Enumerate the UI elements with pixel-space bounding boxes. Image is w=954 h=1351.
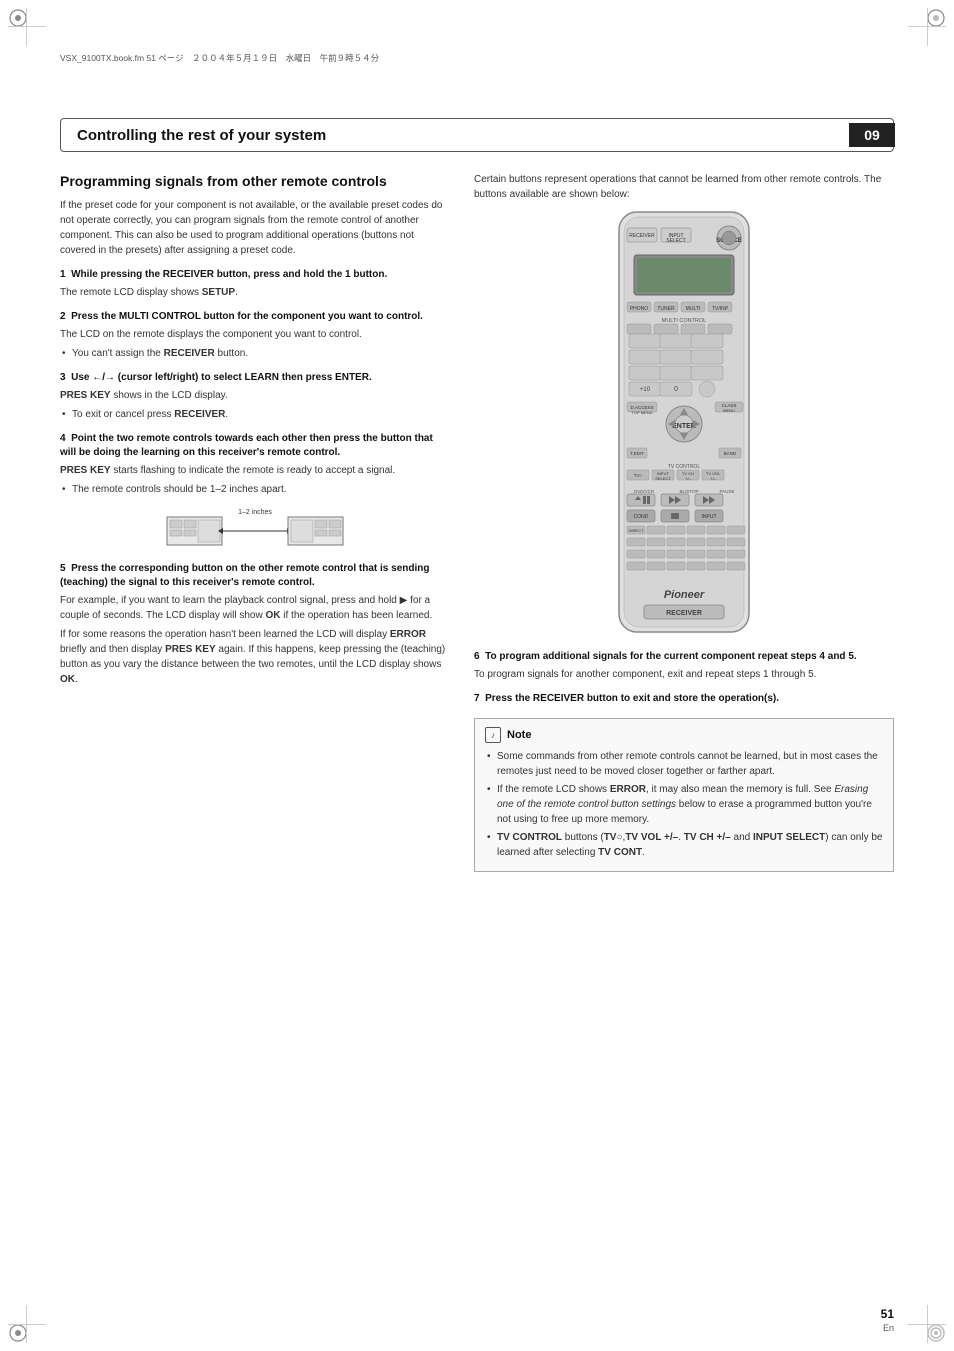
main-content: Programming signals from other remote co…	[60, 172, 894, 1291]
svg-text:BAND: BAND	[724, 451, 737, 456]
chapter-badge: 09	[849, 123, 895, 147]
remote-illustration: 1–2 inches	[60, 507, 450, 552]
svg-text:INPUT: INPUT	[702, 514, 717, 520]
step-3-bullet-1: To exit or cancel press RECEIVER.	[60, 407, 450, 422]
svg-text:BL/STOP: BL/STOP	[680, 489, 699, 494]
svg-text:COND: COND	[634, 514, 649, 520]
left-column: Programming signals from other remote co…	[60, 172, 450, 1291]
svg-text:TV/INP: TV/INP	[712, 306, 729, 312]
step-5-body-1: For example, if you want to learn the pl…	[60, 593, 450, 623]
svg-text:MULTI CONTROL: MULTI CONTROL	[662, 318, 707, 324]
section-title: Programming signals from other remote co…	[60, 172, 450, 190]
right-col-intro: Certain buttons represent operations tha…	[474, 172, 894, 202]
step-2-heading: 2 Press the MULTI CONTROL button for the…	[60, 310, 450, 324]
step-1-heading: 1 While pressing the RECEIVER button, pr…	[60, 268, 450, 282]
svg-text:MULTI: MULTI	[686, 306, 701, 312]
page-number: 51	[881, 1307, 894, 1321]
corner-decoration-br	[908, 1305, 946, 1343]
step-1-body: The remote LCD display shows SETUP.	[60, 285, 450, 300]
svg-text:DVD/VCR: DVD/VCR	[634, 489, 655, 494]
step-4-bullet-1: The remote controls should be 1–2 inches…	[60, 482, 450, 497]
svg-text:T.EDIT: T.EDIT	[630, 451, 644, 456]
note-box: ♪ Note Some commands from other remote c…	[474, 718, 894, 872]
step-5-heading: 5 Press the corresponding button on the …	[60, 562, 450, 590]
svg-text:+/–: +/–	[710, 476, 716, 481]
header-bar: Controlling the rest of your system 09	[60, 118, 894, 152]
svg-text:TV CONTROL: TV CONTROL	[668, 464, 700, 470]
svg-text:SELECT: SELECT	[666, 238, 685, 244]
svg-text:RECEIVER: RECEIVER	[629, 233, 655, 239]
step-6-body: To program signals for another component…	[474, 667, 894, 682]
svg-text:0: 0	[674, 386, 678, 393]
page-title: Controlling the rest of your system	[77, 127, 326, 144]
file-meta: VSX_9100TX.book.fm 51 ページ ２００４年５月１９日 水曜日…	[60, 52, 379, 64]
svg-text:SELECT: SELECT	[655, 476, 671, 481]
step-7-heading: 7 Press the RECEIVER button to exit and …	[474, 692, 894, 706]
remote-svg: RECEIVER INPUT SELECT SOURCE PHONO TUNER…	[589, 210, 779, 640]
svg-text:1–2 inches: 1–2 inches	[238, 509, 272, 516]
svg-text:RECEIVER: RECEIVER	[666, 610, 702, 617]
right-column: Certain buttons represent operations tha…	[474, 172, 894, 1291]
svg-text:PHONO: PHONO	[630, 306, 648, 312]
svg-text:TV○: TV○	[634, 473, 643, 478]
page-lang: En	[883, 1323, 894, 1333]
svg-text:ENTER: ENTER	[672, 423, 696, 430]
step-5-body-2: If for some reasons the operation hasn't…	[60, 627, 450, 687]
svg-text:DIRECT: DIRECT	[629, 528, 644, 533]
svg-text:TUNER: TUNER	[657, 306, 675, 312]
step-3-body: PRES KEY shows in the LCD display.	[60, 388, 450, 403]
note-title: ♪ Note	[485, 727, 883, 743]
note-bullet-1: Some commands from other remote controls…	[485, 749, 883, 779]
svg-text:+10: +10	[640, 387, 651, 393]
svg-text:Pioneer: Pioneer	[664, 589, 705, 601]
svg-text:PAUSE: PAUSE	[720, 489, 735, 494]
step-6-heading: 6 To program additional signals for the …	[474, 650, 894, 664]
section-intro: If the preset code for your component is…	[60, 198, 450, 258]
corner-decoration-bl	[8, 1305, 46, 1343]
corner-decoration-tr	[908, 8, 946, 46]
corner-decoration-tl	[8, 8, 46, 46]
note-bullet-3: TV CONTROL buttons (TV○,TV VOL +/–. TV C…	[485, 830, 883, 860]
svg-text:+/–: +/–	[685, 476, 691, 481]
step-4-heading: 4 Point the two remote controls towards …	[60, 432, 450, 460]
note-icon: ♪	[485, 727, 501, 743]
note-bullet-2: If the remote LCD shows ERROR, it may al…	[485, 782, 883, 827]
step-3-heading: 3 Use ←/→ (cursor left/right) to select …	[60, 371, 450, 385]
step-4-body: PRES KEY starts flashing to indicate the…	[60, 463, 450, 478]
svg-text:TOP MENU: TOP MENU	[632, 410, 653, 415]
step-2-body: The LCD on the remote displays the compo…	[60, 327, 450, 342]
remote-image-container: RECEIVER INPUT SELECT SOURCE PHONO TUNER…	[474, 210, 894, 640]
step-2-bullet-1: You can't assign the RECEIVER button.	[60, 346, 450, 361]
svg-text:MENU: MENU	[723, 408, 735, 413]
